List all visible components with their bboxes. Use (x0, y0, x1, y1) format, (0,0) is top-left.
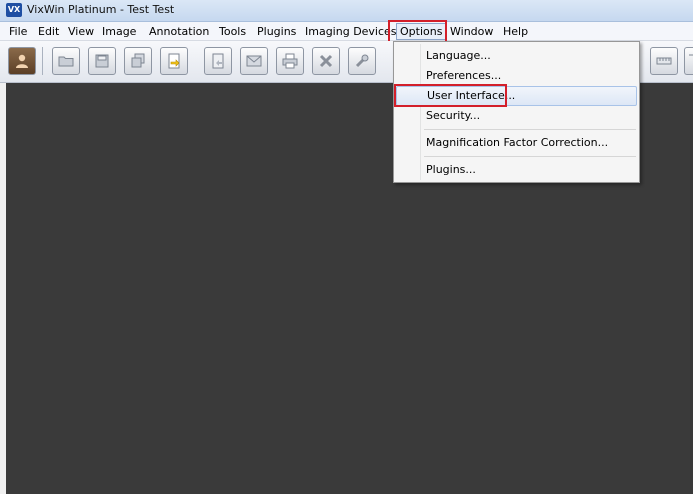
delete-icon (319, 54, 333, 68)
app-window: VX VixWin Platinum - Test Test File Edit… (0, 0, 693, 494)
tool-icon (355, 54, 369, 68)
menu-imaging-devices[interactable]: Imaging Devices (302, 24, 400, 39)
text-icon (689, 54, 693, 56)
menu-edit[interactable]: Edit (35, 24, 62, 39)
menu-separator (424, 129, 636, 130)
title-bar: VX VixWin Platinum - Test Test (0, 0, 693, 22)
patient-button[interactable] (8, 47, 36, 75)
menu-window[interactable]: Window (447, 24, 496, 39)
menu-image[interactable]: Image (99, 24, 139, 39)
toolbar-separator (42, 47, 43, 75)
save-icon (95, 54, 109, 68)
email-button[interactable] (240, 47, 268, 75)
open-folder-icon (58, 56, 74, 67)
menu-item-security[interactable]: Security... (396, 106, 637, 126)
menu-item-preferences[interactable]: Preferences... (396, 66, 637, 86)
menu-annotation[interactable]: Annotation (146, 24, 212, 39)
menu-plugins[interactable]: Plugins (254, 24, 299, 39)
tool-button[interactable] (348, 47, 376, 75)
ruler-icon (656, 57, 672, 65)
menu-separator (424, 156, 636, 157)
menu-view[interactable]: View (65, 24, 97, 39)
export-button[interactable] (204, 47, 232, 75)
menu-item-magnification-factor-correction[interactable]: Magnification Factor Correction... (396, 133, 637, 153)
patient-icon (16, 54, 28, 68)
print-icon (282, 53, 298, 69)
menu-item-user-interface[interactable]: User Interface... (396, 86, 637, 106)
import-button[interactable] (160, 47, 188, 75)
window-title: VixWin Platinum - Test Test (27, 3, 175, 16)
email-icon (246, 55, 262, 67)
menu-bar: File Edit View Image Annotation Tools Pl… (0, 22, 693, 41)
ruler-button[interactable] (650, 47, 678, 75)
delete-button[interactable] (312, 47, 340, 75)
vixwin-logo-icon: VX (6, 3, 22, 17)
menu-file[interactable]: File (6, 24, 30, 39)
save-button[interactable] (88, 47, 116, 75)
import-icon (168, 53, 180, 69)
options-dropdown-menu: Language... Preferences... User Interfac… (393, 41, 640, 183)
print-button[interactable] (276, 47, 304, 75)
menu-help[interactable]: Help (500, 24, 531, 39)
menu-item-plugins[interactable]: Plugins... (396, 160, 637, 180)
menu-item-language[interactable]: Language... (396, 46, 637, 66)
copy-images-icon (131, 53, 145, 68)
copy-images-button[interactable] (124, 47, 152, 75)
text-button[interactable] (684, 47, 693, 75)
menu-tools[interactable]: Tools (216, 24, 249, 39)
open-button[interactable] (52, 47, 80, 75)
export-icon (212, 53, 224, 69)
menu-options[interactable]: Options (396, 23, 447, 40)
